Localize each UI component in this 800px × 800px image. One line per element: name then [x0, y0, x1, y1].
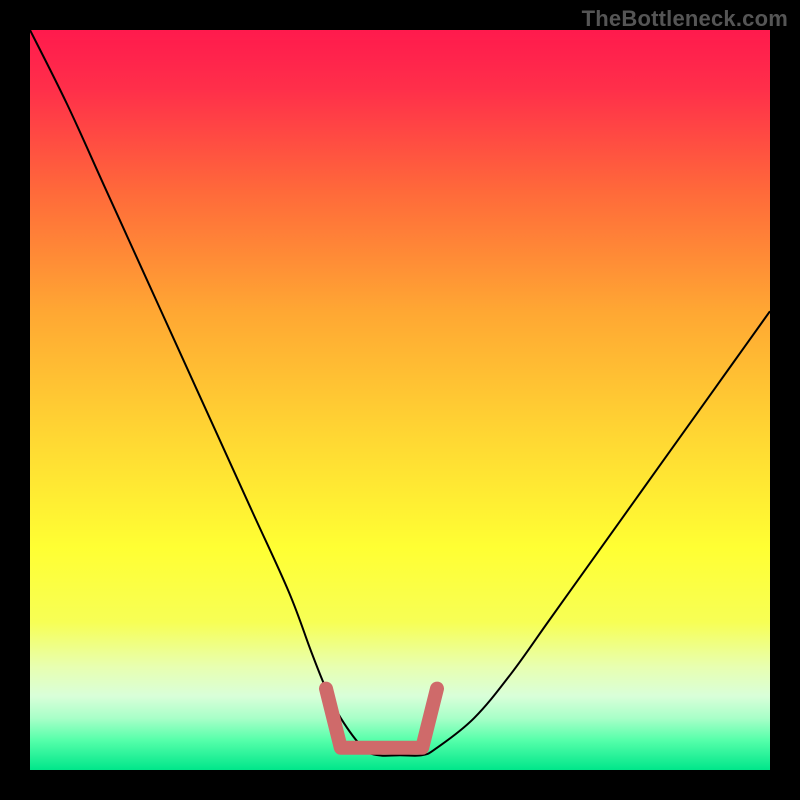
bottleneck-curve-line — [30, 30, 770, 756]
watermark-text: TheBottleneck.com — [582, 6, 788, 32]
chart-frame: TheBottleneck.com — [0, 0, 800, 800]
chart-plot-area — [30, 30, 770, 770]
chart-lines-layer — [30, 30, 770, 770]
optimal-bracket-line — [326, 689, 437, 748]
